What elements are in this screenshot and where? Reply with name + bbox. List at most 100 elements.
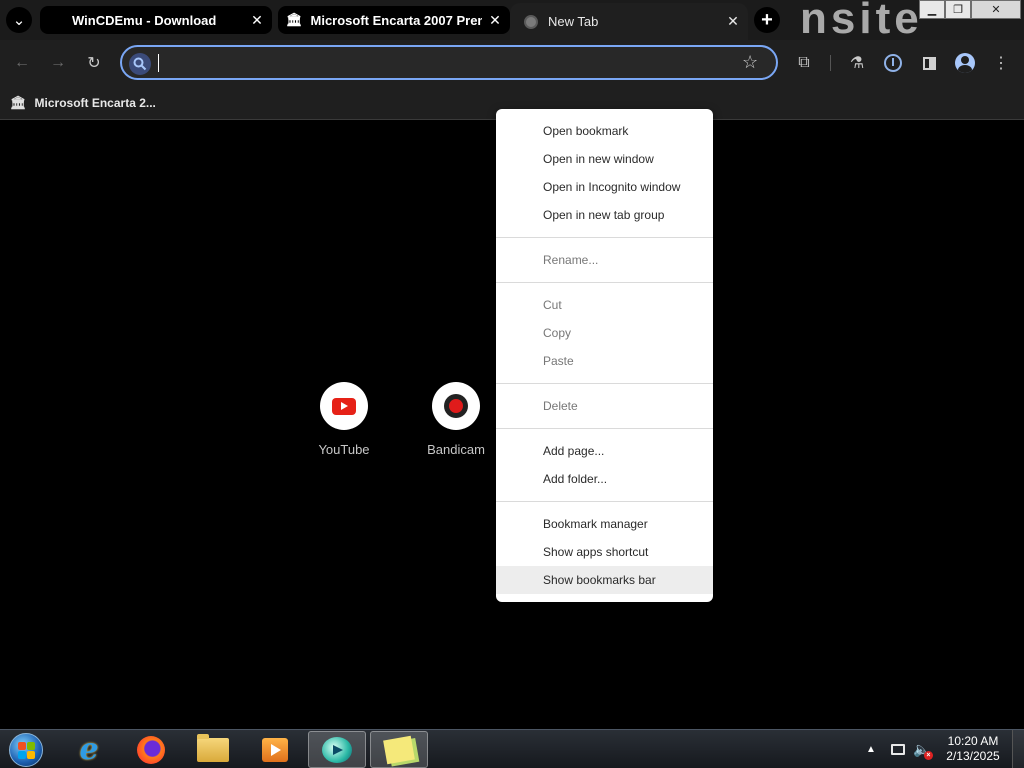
internet-explorer-icon: e xyxy=(79,732,99,767)
media-player-icon xyxy=(262,737,288,762)
taskbar-app-firefox[interactable] xyxy=(122,731,180,768)
toolbar: ← → ↻ ☆ ⧉ ⚗ ⋮ xyxy=(0,40,1024,86)
minimize-button[interactable]: ▁ xyxy=(919,0,945,19)
menu-item-delete[interactable]: Delete xyxy=(496,392,713,420)
reload-icon: ↻ xyxy=(87,55,101,72)
star-icon[interactable]: ☆ xyxy=(742,52,758,73)
back-button[interactable]: ← xyxy=(11,52,33,74)
menu-separator xyxy=(496,383,713,384)
reload-button[interactable]: ↻ xyxy=(83,52,105,74)
network-icon[interactable] xyxy=(890,742,906,758)
clock-time: 10:20 AM xyxy=(947,734,999,748)
firefox-icon xyxy=(137,735,165,764)
windows-explorer-icon xyxy=(197,733,229,762)
tab-search-button[interactable]: ⌄ xyxy=(6,7,32,33)
profile-button[interactable] xyxy=(954,52,976,74)
taskbar-app-sticky-notes[interactable] xyxy=(370,731,428,768)
shortcut-label: Bandicam xyxy=(427,442,485,457)
close-icon: ✕ xyxy=(991,4,1001,16)
youtube-icon xyxy=(332,397,356,415)
taskbar-app-media-player[interactable] xyxy=(246,731,304,768)
chevron-down-icon: ⌄ xyxy=(12,11,26,29)
download-progress-icon xyxy=(884,54,902,72)
taskbar-app-explorer[interactable] xyxy=(184,731,242,768)
downloads-button[interactable] xyxy=(882,52,904,74)
menu-item-copy[interactable]: Copy xyxy=(496,319,713,347)
bookmark-context-menu: Open bookmark Open in new window Open in… xyxy=(496,109,713,602)
tab-strip: nsite ⌄ WinCDEmu - Download ✕ 🏛 Microsof… xyxy=(0,0,1024,40)
arrow-left-icon: ← xyxy=(14,54,30,71)
new-tab-button[interactable]: + xyxy=(754,7,780,33)
volume-muted-icon[interactable]: 🔈 × xyxy=(913,741,933,760)
menu-item-bookmark-manager[interactable]: Bookmark manager xyxy=(496,510,713,538)
close-icon[interactable]: ✕ xyxy=(250,12,264,29)
address-bar[interactable]: ☆ xyxy=(120,45,778,80)
menu-separator xyxy=(496,428,713,429)
menu-item-show-apps-shortcut[interactable]: Show apps shortcut xyxy=(496,538,713,566)
background-graphic-text: nsite xyxy=(800,0,923,40)
menu-item-open-incognito[interactable]: Open in Incognito window xyxy=(496,173,713,201)
menu-item-paste[interactable]: Paste xyxy=(496,347,713,375)
teamviewer-icon xyxy=(322,736,352,763)
start-button[interactable] xyxy=(6,731,46,768)
museum-icon: 🏛 xyxy=(10,95,27,110)
menu-item-open-bookmark[interactable]: Open bookmark xyxy=(496,117,713,145)
menu-item-cut[interactable]: Cut xyxy=(496,291,713,319)
menu-separator xyxy=(496,282,713,283)
shortcut-tile xyxy=(320,382,368,430)
menu-item-open-new-window[interactable]: Open in new window xyxy=(496,145,713,173)
tab-encarta[interactable]: 🏛 Microsoft Encarta 2007 Premium ✕ xyxy=(278,6,510,34)
browser-menu-button[interactable]: ⋮ xyxy=(990,52,1012,74)
menu-separator xyxy=(496,501,713,502)
globe-icon xyxy=(524,14,538,29)
shortcut-label: YouTube xyxy=(318,442,370,457)
bookmark-label: Microsoft Encarta 2... xyxy=(34,96,156,110)
restore-button[interactable]: ❐ xyxy=(945,0,971,19)
puzzle-icon: ⧉ xyxy=(798,54,810,71)
minimize-icon: ▁ xyxy=(927,4,937,16)
shortcut-youtube[interactable]: YouTube xyxy=(299,382,389,457)
flask-icon: ⚗ xyxy=(849,55,865,72)
system-tray: ▲ 🔈 × xyxy=(866,730,938,768)
menu-item-rename[interactable]: Rename... xyxy=(496,246,713,274)
tab-title: Microsoft Encarta 2007 Premium xyxy=(310,12,482,28)
restore-icon: ❐ xyxy=(953,4,963,16)
close-icon[interactable]: ✕ xyxy=(488,12,502,29)
system-clock[interactable]: 10:20 AM 2/13/2025 xyxy=(940,734,1006,764)
sticky-notes-icon xyxy=(383,735,415,764)
show-hidden-icons-button[interactable]: ▲ xyxy=(866,744,876,755)
screen: nsite ⌄ WinCDEmu - Download ✕ 🏛 Microsof… xyxy=(0,0,1024,768)
close-window-button[interactable]: ✕ xyxy=(971,0,1021,19)
arrow-right-icon: → xyxy=(50,54,66,71)
menu-separator xyxy=(496,237,713,238)
clock-date: 2/13/2025 xyxy=(946,749,1000,763)
shortcut-bandicam[interactable]: Bandicam xyxy=(411,382,501,457)
tab-title: WinCDEmu - Download xyxy=(72,12,217,28)
chrome-labs-button[interactable]: ⚗ xyxy=(846,52,868,74)
close-icon[interactable]: ✕ xyxy=(726,13,740,30)
taskbar: e ▲ 🔈 × 10:20 AM 2/13/2025 xyxy=(0,729,1024,768)
menu-item-add-page[interactable]: Add page... xyxy=(496,437,713,465)
menu-item-show-bookmarks-bar[interactable]: Show bookmarks bar xyxy=(496,566,713,594)
tab-new-tab[interactable]: New Tab ✕ xyxy=(510,3,748,40)
windows-logo-icon xyxy=(9,733,43,767)
tab-wincdemu[interactable]: WinCDEmu - Download ✕ xyxy=(40,6,272,34)
show-desktop-button[interactable] xyxy=(1012,730,1024,768)
tab-title: New Tab xyxy=(548,14,599,29)
window-controls: ▁ ❐ ✕ xyxy=(919,0,1021,19)
side-panel-icon xyxy=(922,56,936,70)
taskbar-app-internet-explorer[interactable]: e xyxy=(60,731,118,768)
forward-button[interactable]: → xyxy=(47,52,69,74)
search-icon xyxy=(129,53,151,75)
side-panel-button[interactable] xyxy=(918,52,940,74)
bookmark-item[interactable]: 🏛 Microsoft Encarta 2... xyxy=(10,92,156,114)
shortcut-tile xyxy=(432,382,480,430)
plus-icon: + xyxy=(761,9,773,31)
menu-item-add-folder[interactable]: Add folder... xyxy=(496,465,713,493)
kebab-menu-icon: ⋮ xyxy=(993,55,1009,72)
toolbar-divider xyxy=(830,55,831,71)
bandicam-icon xyxy=(444,394,468,418)
taskbar-app-teamviewer[interactable] xyxy=(308,731,366,768)
menu-item-open-tab-group[interactable]: Open in new tab group xyxy=(496,201,713,229)
extensions-button[interactable]: ⧉ xyxy=(793,52,815,74)
